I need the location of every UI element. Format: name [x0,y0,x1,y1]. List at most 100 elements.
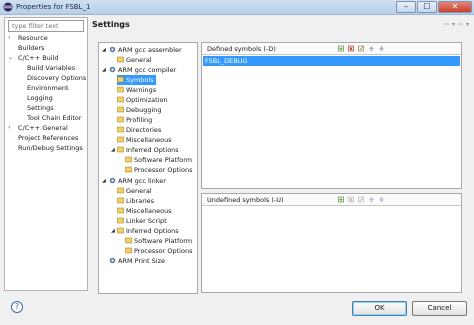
tree-item-assembler-general[interactable]: General [117,55,152,65]
tree-item-label: Inferred Options [126,227,179,235]
nav-item-discovery-options[interactable]: Discovery Options [27,73,86,83]
tree-item-label: Debugging [126,106,162,114]
tree-toggle-icon[interactable]: ◢ [102,176,106,186]
filter-input[interactable] [8,20,84,32]
tree-item-optimization[interactable]: Optimization [117,95,168,105]
edit-icon[interactable] [358,45,365,52]
cancel-button[interactable]: Cancel [412,301,467,316]
delete-icon[interactable] [348,196,355,203]
help-button[interactable]: ? [11,301,23,313]
forward-arrow-icon[interactable]: ⇨ [458,21,463,28]
option-icon [117,207,124,214]
tree-item-debugging[interactable]: Debugging [117,105,162,115]
tree-item-label: ARM gcc compiler [118,66,177,74]
tree-item-warnings[interactable]: Warnings [117,85,156,95]
tree-item-symbols[interactable]: Symbols [117,75,156,85]
back-menu-icon[interactable]: ▾ [452,21,455,28]
option-icon [117,106,124,113]
option-icon [117,96,124,103]
history-nav: ⇦ ▾ ⇨ ▾ [441,21,469,28]
tree-item-label: Optimization [126,96,168,104]
defined-symbols-toolbar [335,45,385,52]
tree-item-directories[interactable]: Directories [117,125,161,135]
undefined-symbols-header: Undefined symbols (-U) [202,194,461,206]
property-page-nav: › Resource Builders ⌄ C/C++ Build Build … [4,17,88,291]
undefined-symbols-panel: Undefined symbols (-U) [201,193,462,293]
tree-item-linker-general[interactable]: General [117,186,152,196]
close-button[interactable]: ✕ [438,1,472,13]
forward-menu-icon[interactable]: ▾ [466,21,469,28]
tree-item-processor-options[interactable]: Processor Options [125,165,192,175]
nav-item-run-debug-settings[interactable]: Run/Debug Settings [18,143,83,153]
option-icon [117,136,124,143]
option-icon [117,116,124,123]
nav-item-builders[interactable]: Builders [18,43,44,53]
nav-item-cpp-build[interactable]: C/C++ Build [18,53,59,63]
nav-item-resource[interactable]: Resource [18,33,48,43]
nav-item-logging[interactable]: Logging [27,93,53,103]
page-title: Settings [92,20,130,29]
tree-toggle-icon[interactable]: ◢ [102,45,106,55]
option-icon [117,86,124,93]
option-icon [117,146,124,153]
nav-item-build-variables[interactable]: Build Variables [27,63,75,73]
tree-item-miscellaneous[interactable]: Miscellaneous [117,135,172,145]
back-arrow-icon[interactable]: ⇦ [444,21,449,28]
expand-arrow-icon[interactable]: › [8,33,10,43]
delete-icon[interactable] [348,45,355,52]
tree-item-linker-miscellaneous[interactable]: Miscellaneous [117,206,172,216]
defined-symbol-row[interactable]: FSBL_DEBUG [203,56,460,66]
defined-symbols-header: Defined symbols (-D) [202,43,461,55]
move-down-icon[interactable] [378,196,385,203]
tree-item-linker-script[interactable]: Linker Script [117,216,167,226]
tree-item-arm-gcc-compiler[interactable]: ARM gcc compiler [109,65,176,75]
add-icon[interactable] [338,196,345,203]
edit-icon[interactable] [358,196,365,203]
tree-item-label: Miscellaneous [126,136,172,144]
nav-item-settings[interactable]: Settings [27,103,54,113]
tree-item-inferred-options[interactable]: Inferred Options [117,145,179,155]
expand-arrow-icon[interactable]: › [8,123,10,133]
tree-item-arm-gcc-linker[interactable]: ARM gcc linker [109,176,166,186]
tree-item-label: Processor Options [134,247,193,255]
collapse-arrow-icon[interactable]: ⌄ [8,53,13,63]
tool-gear-icon [109,257,116,264]
move-up-icon[interactable] [368,45,375,52]
defined-symbols-label: Defined symbols (-D) [207,45,276,53]
tree-item-profiling[interactable]: Profiling [117,115,152,125]
option-icon [117,197,124,204]
tree-item-arm-gcc-assembler[interactable]: ARM gcc assembler [109,45,182,55]
tree-toggle-icon[interactable]: ◢ [111,145,115,155]
nav-item-tool-chain-editor[interactable]: Tool Chain Editor [27,113,82,123]
tree-toggle-icon[interactable]: ◢ [111,226,115,236]
tool-settings-tree: ◢ ARM gcc assembler General ◢ ARM gcc co… [98,42,198,294]
tree-item-linker-processor-options[interactable]: Processor Options [125,246,192,256]
minimize-button[interactable]: – [396,1,416,13]
tree-item-arm-print-size[interactable]: ARM Print Size [109,256,165,266]
move-up-icon[interactable] [368,196,375,203]
option-icon [117,217,124,224]
option-icon [117,227,124,234]
tree-item-label: Symbols [126,76,154,84]
nav-item-project-references[interactable]: Project References [18,133,78,143]
title-bar: Properties for FSBL_1 – ☐ ✕ [0,0,474,15]
tree-item-software-platform[interactable]: Software Platform [125,155,192,165]
tree-item-linker-software-platform[interactable]: Software Platform [125,236,192,246]
undefined-symbols-toolbar [335,196,385,203]
add-icon[interactable] [338,45,345,52]
tree-item-label: Processor Options [134,166,193,174]
maximize-button[interactable]: ☐ [417,1,437,13]
tree-item-libraries[interactable]: Libraries [117,196,154,206]
tree-item-linker-inferred-options[interactable]: Inferred Options [117,226,179,236]
tree-item-label: ARM gcc assembler [118,46,182,54]
option-icon [125,166,132,173]
tool-gear-icon [109,177,116,184]
tree-item-label: General [126,187,152,195]
ok-button[interactable]: OK [352,301,407,316]
tree-toggle-icon[interactable]: ◢ [102,65,106,75]
nav-item-environment[interactable]: Environment [27,83,69,93]
tree-item-label: ARM Print Size [118,257,165,265]
nav-item-cpp-general[interactable]: C/C++ General [18,123,68,133]
move-down-icon[interactable] [378,45,385,52]
tree-item-label: Software Platform [134,237,193,245]
